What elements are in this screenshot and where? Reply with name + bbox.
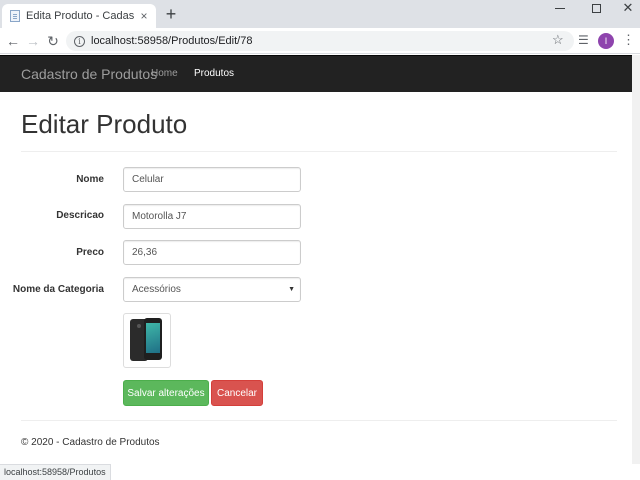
title-divider [21,151,617,152]
arrow-left-icon: ← [6,33,20,49]
reload-icon: ↻ [47,33,59,49]
footer-text: © 2020 - Cadastro de Produtos [21,437,160,448]
descricao-input[interactable]: Motorolla J7 [123,204,301,229]
url-text[interactable]: localhost:58958/Produtos/Edit/78 [91,35,252,47]
nome-input[interactable]: Celular [123,167,301,192]
arrow-right-icon: → [26,33,40,49]
navbar-brand[interactable]: Cadastro de Produtos [21,66,157,82]
categoria-selected-value: Acessórios [132,284,181,295]
app-navbar: Cadastro de Produtos Home Produtos [0,55,640,92]
camera-icon [137,324,141,328]
tab-title: Edita Produto - Cadastro de Produtos [26,10,134,22]
close-icon: ✕ [622,0,634,15]
cancel-button[interactable]: Cancelar [211,380,263,406]
browser-tab[interactable]: Edita Produto - Cadastro de Produtos × [2,4,156,28]
more-menu-icon[interactable]: ⋮ [622,32,635,48]
page-title: Editar Produto [21,109,188,139]
page-favicon-icon [10,10,20,22]
page-scrollbar[interactable] [632,55,640,464]
nav-link-produtos[interactable]: Produtos [194,68,234,79]
info-icon[interactable]: i [74,35,85,47]
tab-strip: Edita Produto - Cadastro de Produtos × +… [0,0,640,28]
minimize-icon [555,7,565,9]
address-bar[interactable]: i localhost:58958/Produtos/Edit/78 [66,31,574,51]
browser-window: Edita Produto - Cadastro de Produtos × +… [0,0,640,480]
preco-input[interactable]: 26,36 [123,240,301,265]
categoria-label: Nome da Categoria [12,284,104,295]
footer-divider [21,420,617,421]
tab-close-icon[interactable]: × [138,9,150,23]
close-window-button[interactable]: ✕ [608,0,640,16]
nav-link-home[interactable]: Home [151,68,178,79]
caret-down-icon: ▼ [288,286,295,293]
page-content: Cadastro de Produtos Home Produtos Edita… [0,55,640,464]
browser-toolbar: ← → ↻ i localhost:58958/Produtos/Edit/78… [0,28,640,54]
product-image [123,313,171,368]
minimize-button[interactable] [540,0,580,16]
bookmark-star-icon[interactable]: ☆ [552,32,564,48]
status-bar-url: localhost:58958/Produtos [0,464,111,480]
descricao-label: Descricao [56,210,104,221]
save-button[interactable]: Salvar alterações [123,380,209,406]
forward-button[interactable]: → [24,32,42,50]
phone-front-image [144,318,162,360]
categoria-select[interactable]: Acessórios ▼ [123,277,301,302]
phone-screen [146,323,160,353]
maximize-icon [591,3,601,13]
new-tab-button[interactable]: + [162,5,180,23]
media-playlist-icon[interactable]: ☰ [578,33,589,47]
preco-label: Preco [76,247,104,258]
nome-label: Nome [76,174,104,185]
profile-avatar[interactable]: I [598,33,614,49]
reload-button[interactable]: ↻ [44,32,62,50]
back-button[interactable]: ← [4,32,22,50]
